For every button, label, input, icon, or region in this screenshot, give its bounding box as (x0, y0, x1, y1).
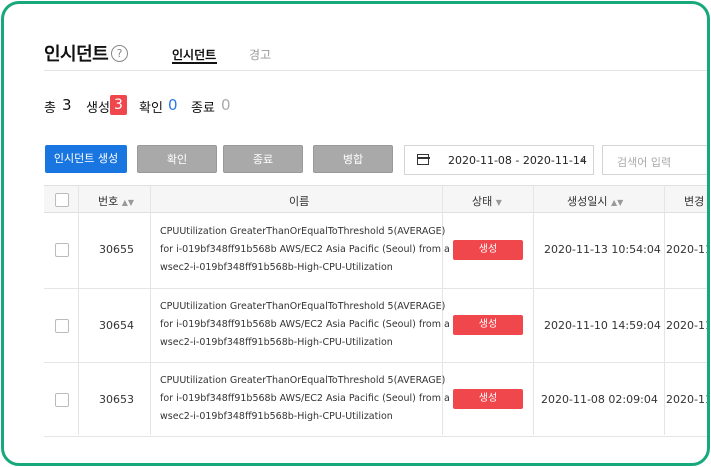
incident-number: 30653 (99, 393, 134, 406)
col-changed-header: 변경 (684, 195, 705, 208)
col-created-header[interactable]: 생성일시 ▲▼ (567, 193, 623, 209)
confirmed-label: 확인 (139, 101, 163, 116)
incident-name[interactable]: CPUUtilization GreaterThanOrEqualToThres… (160, 372, 450, 426)
incident-name[interactable]: CPUUtilization GreaterThanOrEqualToThres… (160, 298, 450, 352)
incident-number: 30654 (99, 319, 134, 332)
sort-icon: ▲▼ (121, 198, 135, 207)
tab-incidents[interactable]: 인시던트 (172, 46, 216, 63)
create-incident-button[interactable]: 인시던트 생성 (45, 145, 127, 173)
created-count-badge: 3 (110, 95, 127, 115)
select-all-checkbox[interactable] (55, 193, 69, 207)
active-tab-indicator (172, 62, 217, 64)
row-checkbox[interactable] (55, 319, 69, 333)
changed-at: 2020-11-1 (666, 243, 707, 256)
chevron-down-icon: ⌄ (578, 153, 587, 164)
col-name-header: 이름 (289, 195, 310, 208)
screenshot-frame: 인시던트 ? 인시던트 경고 총 3 생성 3 확인 0 종료 0 인시던트 생… (1, 1, 710, 466)
merge-button[interactable]: 병합 (313, 145, 393, 173)
changed-at: 2020-11-1 (666, 319, 707, 332)
confirm-button[interactable]: 확인 (137, 145, 217, 173)
close-button[interactable]: 종료 (223, 145, 303, 173)
closed-count: 0 (221, 96, 231, 114)
tab-alerts[interactable]: 경고 (249, 46, 271, 63)
header-divider (44, 70, 707, 71)
table-header: 번호 ▲▼ 이름 상태 ▼ 생성일시 ▲▼ 변경 (44, 185, 707, 213)
search-placeholder: 검색어 입력 (617, 156, 672, 169)
created-at: 2020-11-13 10:54:04 (544, 243, 661, 256)
col-number-header[interactable]: 번호 ▲▼ (98, 193, 134, 209)
status-badge: 생성 (453, 240, 523, 260)
status-badge: 생성 (453, 315, 523, 335)
created-label: 생성 (86, 101, 110, 116)
row-checkbox[interactable] (55, 393, 69, 407)
table-row[interactable]: 30653 CPUUtilization GreaterThanOrEqualT… (44, 363, 707, 437)
created-at: 2020-11-08 02:09:04 (541, 393, 658, 406)
calendar-icon (416, 154, 430, 165)
sort-icon: ▲▼ (610, 198, 624, 207)
table-row[interactable]: 30655 CPUUtilization GreaterThanOrEqualT… (44, 213, 707, 289)
closed-label: 종료 (191, 101, 215, 116)
date-range-picker[interactable]: 2020-11-08 - 2020-11-14 ⌄ (404, 145, 594, 175)
changed-at: 2020-11-0 (666, 393, 707, 406)
col-status-header[interactable]: 상태 ▼ (472, 193, 502, 209)
incident-number: 30655 (99, 243, 134, 256)
date-range-value: 2020-11-08 - 2020-11-14 (448, 154, 587, 167)
confirmed-count: 0 (168, 96, 178, 114)
total-label: 총 (44, 101, 56, 116)
search-input[interactable]: 검색어 입력 (602, 145, 707, 175)
row-checkbox[interactable] (55, 243, 69, 257)
incident-name[interactable]: CPUUtilization GreaterThanOrEqualToThres… (160, 223, 450, 277)
status-badge: 생성 (453, 389, 523, 409)
total-count: 3 (62, 96, 72, 114)
question-circle-icon[interactable]: ? (111, 45, 128, 62)
created-at: 2020-11-10 14:59:04 (544, 319, 661, 332)
table-row[interactable]: 30654 CPUUtilization GreaterThanOrEqualT… (44, 289, 707, 363)
page-title: 인시던트 (44, 44, 109, 65)
filter-icon: ▼ (495, 198, 502, 207)
